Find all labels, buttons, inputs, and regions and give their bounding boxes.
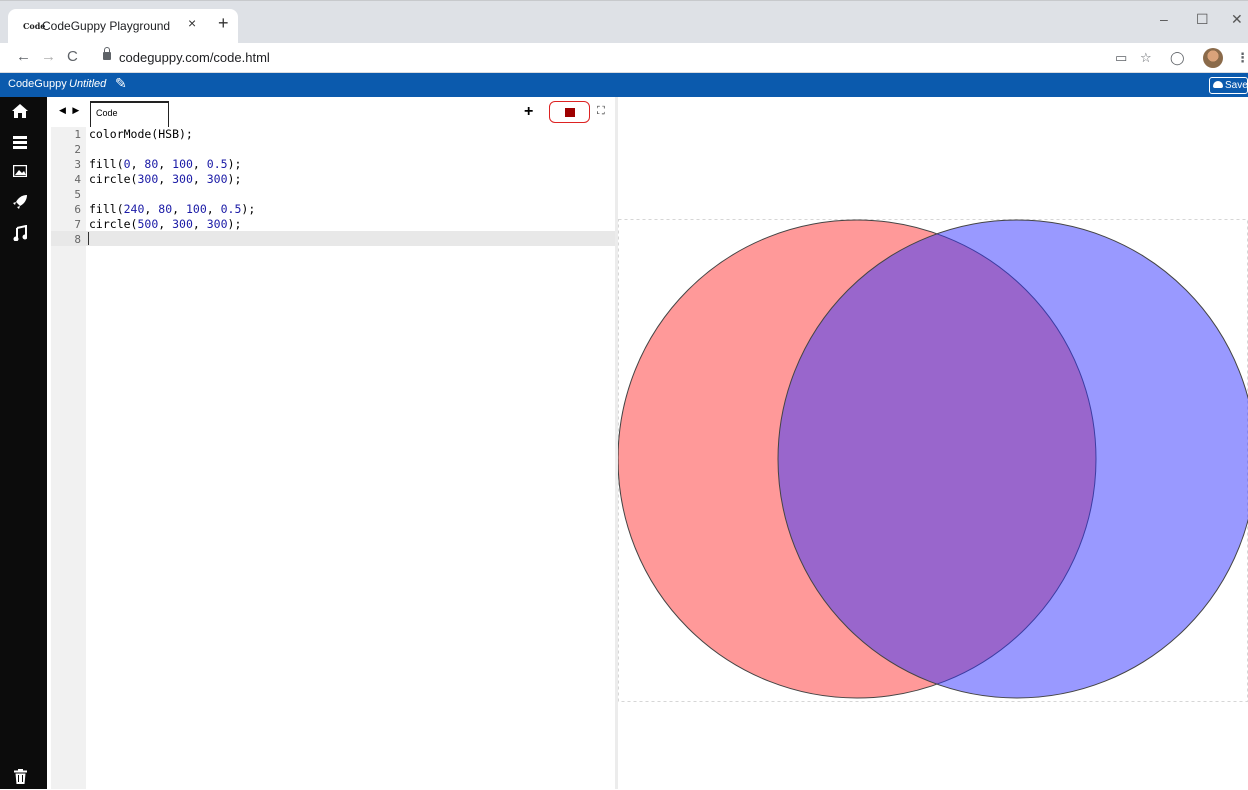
tab-title: CodeGuppy Playground <box>42 19 171 33</box>
bookmark-star-icon[interactable]: ☆ <box>1140 50 1152 66</box>
code-line[interactable]: colorMode(HSB); <box>89 127 193 142</box>
reload-icon[interactable]: C <box>67 48 78 65</box>
code-line[interactable]: fill(240, 80, 100, 0.5); <box>89 202 255 217</box>
document-title[interactable]: Untitled <box>69 78 106 90</box>
panel-toggle-arrows-icon[interactable]: ◀ ▶ <box>59 105 81 116</box>
line-number: 7 <box>74 218 81 231</box>
editor-toolbar: ◀ ▶ Code + ⛶ <box>47 97 615 127</box>
maximize-icon[interactable]: ☐ <box>1196 11 1209 28</box>
left-sidebar <box>0 97 47 789</box>
add-file-button[interactable]: + <box>524 103 533 121</box>
line-number: 8 <box>74 233 81 246</box>
save-label: Save <box>1225 80 1248 91</box>
image-icon[interactable] <box>10 163 30 183</box>
forward-arrow-icon[interactable]: → <box>41 48 56 65</box>
code-line[interactable]: fill(0, 80, 100, 0.5); <box>89 157 241 172</box>
tab-close-icon[interactable]: × <box>188 15 196 31</box>
blue-circle <box>777 219 1248 699</box>
home-icon[interactable] <box>10 103 30 123</box>
kebab-menu-icon[interactable]: ⋮ <box>1236 50 1248 66</box>
active-line-highlight <box>51 231 615 246</box>
rocket-icon[interactable] <box>10 194 30 214</box>
line-number: 3 <box>74 158 81 171</box>
stop-button[interactable] <box>549 101 590 123</box>
address-bar[interactable]: codeguppy.com/code.html <box>119 50 270 65</box>
minimize-icon[interactable]: – <box>1160 11 1168 27</box>
trash-icon[interactable] <box>10 769 30 789</box>
menu-icon[interactable] <box>10 135 30 155</box>
text-cursor <box>88 232 89 245</box>
cast-icon[interactable]: ▭ <box>1115 50 1127 66</box>
extension-icon[interactable]: ◯ <box>1170 50 1185 66</box>
sketch-canvas[interactable] <box>618 219 1248 702</box>
cloud-icon <box>1213 81 1223 88</box>
app-header: CodeGuppy Untitled ✎ Save <box>0 73 1248 97</box>
window-close-icon[interactable]: ✕ <box>1231 11 1243 28</box>
code-line[interactable]: circle(300, 300, 300); <box>89 172 241 187</box>
pencil-icon[interactable]: ✎ <box>115 75 127 92</box>
fullscreen-editor-icon[interactable]: ⛶ <box>597 105 605 118</box>
line-number: 4 <box>74 173 81 186</box>
new-tab-button[interactable]: + <box>218 14 229 32</box>
save-button[interactable]: Save <box>1209 77 1248 94</box>
profile-avatar[interactable] <box>1203 48 1223 68</box>
line-number: 2 <box>74 143 81 156</box>
code-line[interactable]: circle(500, 300, 300); <box>89 217 241 232</box>
browser-tabstrip: Code CodeGuppy Playground × + – ☐ ✕ <box>0 0 1248 44</box>
tab-code[interactable]: Code <box>90 101 169 127</box>
code-tab-label: Code <box>96 108 118 118</box>
lock-icon[interactable] <box>103 47 111 60</box>
line-number: 6 <box>74 203 81 216</box>
brand-name[interactable]: CodeGuppy <box>8 78 67 90</box>
browser-toolbar: ← → C codeguppy.com/code.html ▭ ☆ ◯ ⋮ <box>0 43 1248 73</box>
browser-tab[interactable]: Code CodeGuppy Playground × <box>8 9 238 44</box>
line-number: 1 <box>74 128 81 141</box>
music-icon[interactable] <box>10 224 30 245</box>
line-number: 5 <box>74 188 81 201</box>
back-arrow-icon[interactable]: ← <box>16 48 31 65</box>
